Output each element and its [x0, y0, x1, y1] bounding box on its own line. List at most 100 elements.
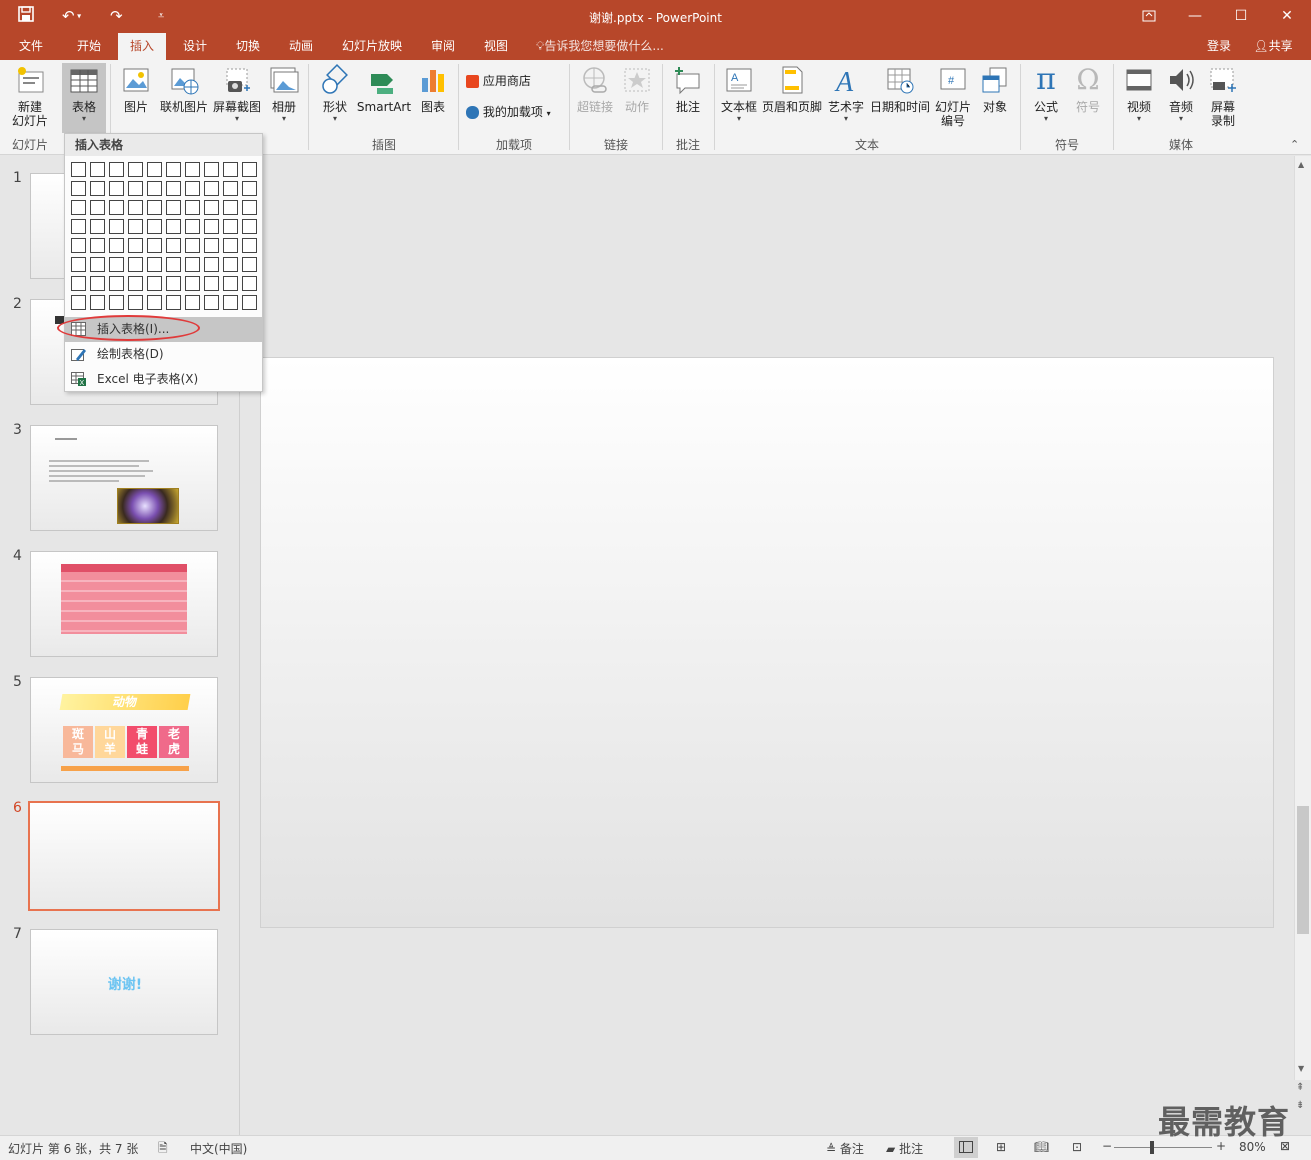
zoom-slider-thumb[interactable] [1150, 1141, 1154, 1154]
reading-view-icon[interactable]: 📖︎ [1034, 1140, 1049, 1154]
table-grid-cell[interactable] [166, 295, 181, 310]
table-grid-cell[interactable] [90, 181, 105, 196]
table-grid-cell[interactable] [242, 162, 257, 177]
screenshot-button[interactable]: 屏幕截图 ▾ [210, 64, 264, 123]
excel-spreadsheet-menu-item[interactable]: X Excel 电子表格(X) [65, 367, 262, 392]
table-grid-cell[interactable] [166, 276, 181, 291]
table-grid-cell[interactable] [128, 238, 143, 253]
table-grid-cell[interactable] [71, 219, 86, 234]
symbol-button[interactable]: Ω 符号 [1068, 64, 1108, 115]
table-grid-cell[interactable] [185, 219, 200, 234]
datetime-button[interactable]: 日期和时间 [868, 64, 932, 114]
table-grid-cell[interactable] [185, 181, 200, 196]
table-grid-cell[interactable] [185, 162, 200, 177]
textbox-button[interactable]: A 文本框 ▾ [718, 64, 760, 123]
tab-file[interactable]: 文件 [8, 33, 54, 60]
share-button[interactable]: 👤︎共享 [1244, 33, 1302, 60]
table-button[interactable]: 表格 ▾ [62, 63, 106, 133]
table-grid-cell[interactable] [71, 257, 86, 272]
maximize-icon[interactable]: ☐ [1218, 0, 1264, 33]
language-status[interactable]: 中文(中国) [190, 1140, 247, 1157]
wordart-button[interactable]: A 艺术字 ▾ [826, 64, 866, 123]
table-grid-cell[interactable] [166, 200, 181, 215]
table-grid-cell[interactable] [128, 181, 143, 196]
action-button[interactable]: 动作 [618, 64, 656, 114]
table-grid-cell[interactable] [166, 219, 181, 234]
table-grid-cell[interactable] [185, 295, 200, 310]
table-grid-cell[interactable] [204, 181, 219, 196]
table-grid-cell[interactable] [204, 276, 219, 291]
slide-thumbnail-6[interactable] [28, 801, 220, 911]
table-grid-cell[interactable] [128, 162, 143, 177]
table-grid-cell[interactable] [109, 200, 124, 215]
table-grid-cell[interactable] [223, 219, 238, 234]
table-grid-cell[interactable] [128, 295, 143, 310]
new-slide-button[interactable]: 新建 幻灯片 [4, 64, 56, 128]
table-grid-cell[interactable] [109, 276, 124, 291]
table-grid-cell[interactable] [166, 162, 181, 177]
video-button[interactable]: 视频 ▾ [1120, 64, 1158, 123]
tell-me-box[interactable]: 💡︎告诉我您想要做什么... [536, 33, 686, 60]
scroll-up-icon[interactable]: ▲ [1298, 160, 1304, 169]
spellcheck-icon[interactable]: 🗎︎ [158, 1139, 168, 1160]
table-grid-cell[interactable] [223, 200, 238, 215]
scroll-down-icon[interactable]: ▼ [1298, 1064, 1304, 1073]
table-grid-cell[interactable] [242, 257, 257, 272]
normal-view-button[interactable] [954, 1137, 978, 1158]
tab-transitions[interactable]: 切换 [225, 33, 271, 60]
table-grid-cell[interactable] [90, 238, 105, 253]
table-grid-cell[interactable] [109, 257, 124, 272]
object-button[interactable]: 对象 [976, 64, 1014, 114]
tab-slideshow[interactable]: 幻灯片放映 [334, 33, 410, 60]
tab-review[interactable]: 审阅 [420, 33, 466, 60]
table-grid-cell[interactable] [204, 257, 219, 272]
tab-home[interactable]: 开始 [66, 33, 112, 60]
table-grid-cell[interactable] [71, 181, 86, 196]
vertical-scrollbar[interactable]: ▲ ▼ [1294, 156, 1311, 1080]
notes-button[interactable]: ≜ 备注 [826, 1140, 864, 1157]
previous-slide-icon[interactable]: ⇞ [1296, 1082, 1304, 1093]
table-grid-cell[interactable] [71, 200, 86, 215]
table-grid-cell[interactable] [242, 238, 257, 253]
table-grid-cell[interactable] [147, 181, 162, 196]
slide-sorter-icon[interactable]: ⊞ [996, 1140, 1006, 1154]
tab-animations[interactable]: 动画 [278, 33, 324, 60]
zoom-out-icon[interactable]: − [1102, 1139, 1112, 1153]
comment-button[interactable]: 批注 [668, 64, 708, 114]
slide-thumbnail-3[interactable] [30, 425, 218, 531]
screen-recording-button[interactable]: 屏幕 录制 [1204, 64, 1242, 128]
hyperlink-button[interactable]: 超链接 [574, 64, 616, 114]
table-grid-cell[interactable] [242, 276, 257, 291]
table-grid-cell[interactable] [166, 181, 181, 196]
tab-insert[interactable]: 插入 [118, 33, 166, 60]
table-grid-cell[interactable] [147, 257, 162, 272]
table-grid-cell[interactable] [90, 162, 105, 177]
table-grid-cell[interactable] [109, 295, 124, 310]
my-addins-button[interactable]: 我的加载项 ▾ [466, 105, 566, 121]
table-grid-cell[interactable] [147, 219, 162, 234]
draw-table-menu-item[interactable]: 绘制表格(D) [65, 342, 262, 367]
ribbon-display-icon[interactable] [1126, 0, 1172, 33]
table-grid-cell[interactable] [223, 162, 238, 177]
scrollbar-thumb[interactable] [1297, 806, 1309, 934]
table-grid-cell[interactable] [185, 276, 200, 291]
table-grid-cell[interactable] [128, 257, 143, 272]
table-grid-cell[interactable] [242, 200, 257, 215]
slide-thumbnail-7[interactable]: 谢谢! [30, 929, 218, 1035]
table-grid-cell[interactable] [90, 200, 105, 215]
tab-design[interactable]: 设计 [172, 33, 218, 60]
table-grid-cell[interactable] [166, 257, 181, 272]
table-grid-cell[interactable] [128, 200, 143, 215]
zoom-slider[interactable] [1114, 1147, 1212, 1148]
table-grid-cell[interactable] [166, 238, 181, 253]
table-grid-cell[interactable] [204, 295, 219, 310]
table-grid-cell[interactable] [128, 276, 143, 291]
table-grid-cell[interactable] [71, 276, 86, 291]
table-grid-cell[interactable] [185, 257, 200, 272]
online-picture-button[interactable]: 联机图片 [158, 64, 210, 114]
table-grid-cell[interactable] [90, 276, 105, 291]
picture-button[interactable]: 图片 [116, 64, 156, 114]
table-grid-cell[interactable] [223, 238, 238, 253]
table-grid-cell[interactable] [223, 257, 238, 272]
table-grid-cell[interactable] [242, 295, 257, 310]
